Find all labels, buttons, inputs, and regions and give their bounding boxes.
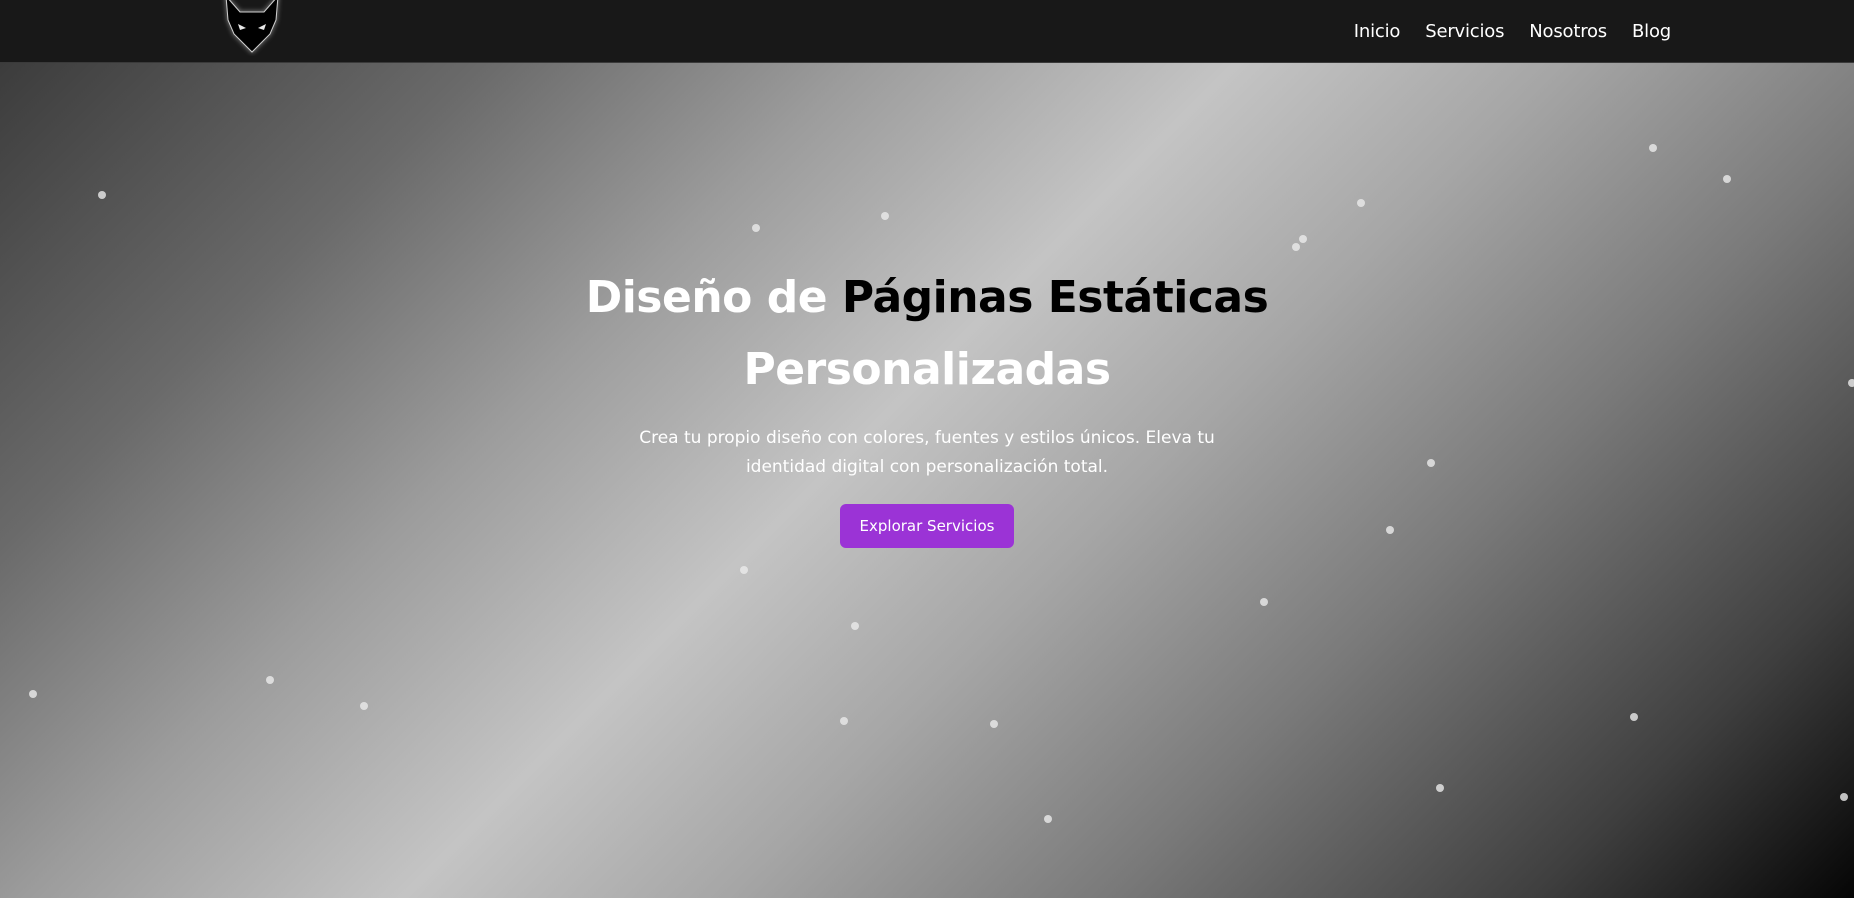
hero-subtitle: Crea tu propio diseño con colores, fuent… xyxy=(639,428,1215,477)
explore-services-button[interactable]: Explorar Servicios xyxy=(839,504,1015,548)
hero-title-part1: Diseño de xyxy=(585,272,842,323)
hero-title-highlight: Páginas Estáticas xyxy=(841,272,1269,323)
page: Inicio Servicios Nosotros Blog Diseño de… xyxy=(0,0,1854,898)
nav-inicio[interactable]: Inicio xyxy=(1354,21,1401,42)
nav-nosotros[interactable]: Nosotros xyxy=(1529,21,1607,42)
hero-content: Diseño de Páginas Estáticas Personalizad… xyxy=(577,262,1277,548)
hero-title: Diseño de Páginas Estáticas Personalizad… xyxy=(577,262,1277,406)
nav-servicios[interactable]: Servicios xyxy=(1425,21,1504,42)
site-header: Inicio Servicios Nosotros Blog xyxy=(0,0,1854,63)
hero-title-part3: Personalizadas xyxy=(743,344,1111,395)
nav-blog[interactable]: Blog xyxy=(1632,21,1671,42)
main-nav: Inicio Servicios Nosotros Blog xyxy=(1354,0,1671,62)
fox-head-icon[interactable] xyxy=(218,0,286,56)
